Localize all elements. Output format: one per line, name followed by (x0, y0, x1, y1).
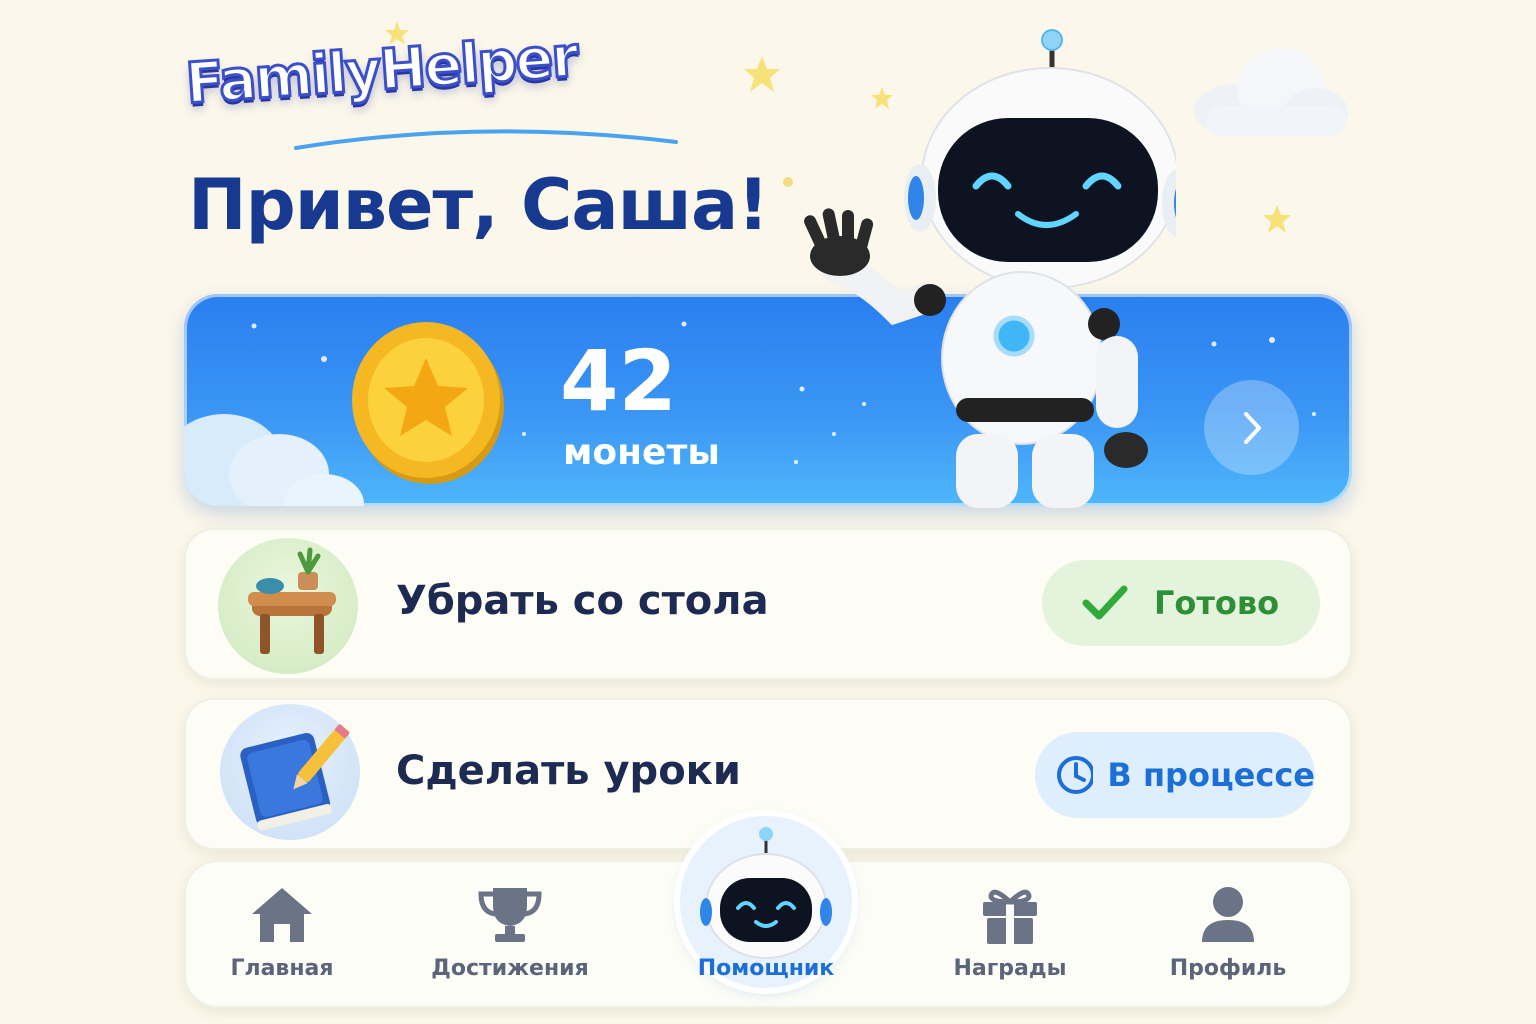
nav-item-rewards[interactable]: Награды (920, 860, 1100, 1008)
sparkle-icon (783, 177, 793, 187)
home-icon (252, 888, 312, 942)
nav-label: Награды (953, 956, 1067, 981)
greeting-title: Привет, Саша! (188, 164, 769, 246)
task-title: Убрать со стола (396, 578, 769, 624)
nav-item-assistant[interactable]: Помощник (680, 816, 852, 988)
nav-item-achievements[interactable]: Достижения (420, 860, 600, 1008)
logo-swoosh-icon (294, 129, 678, 150)
robot-mascot-icon (804, 29, 1176, 508)
app-logo: FamilyHelper (182, 23, 678, 150)
balance-details-button[interactable] (1204, 380, 1299, 475)
task-status-label: В процессе (1107, 756, 1315, 794)
app-logo-text: FamilyHelper (182, 23, 580, 118)
star-icon (385, 21, 409, 45)
task-status-done-button[interactable]: Готово (1042, 560, 1320, 646)
task-title: Сделать уроки (396, 748, 741, 794)
coin-icon (352, 322, 504, 484)
gift-icon (983, 889, 1037, 944)
nav-item-home[interactable]: Главная (192, 860, 372, 1008)
coins-count: 42 (560, 332, 677, 430)
task-status-label: Готово (1154, 584, 1280, 622)
cloud-icon (1194, 48, 1348, 136)
coins-label: монеты (563, 432, 720, 473)
nav-label: Достижения (431, 956, 589, 981)
book-pencil-icon (220, 704, 360, 840)
clock-icon (1057, 756, 1094, 794)
robot-icon (700, 827, 832, 959)
star-icon (744, 56, 780, 92)
checkmark-icon (1082, 585, 1128, 620)
task-status-in-progress-button[interactable]: В процессе (1035, 732, 1315, 818)
task-card[interactable]: Убрать со стола Готово (184, 528, 1352, 680)
nav-label: Профиль (1169, 956, 1287, 981)
chevron-right-icon (1243, 411, 1261, 444)
nav-label: Помощник (697, 956, 835, 981)
star-icon (1263, 205, 1291, 233)
bottom-navigation: Главная Достижения Помощник Награды Проф… (184, 816, 1352, 1008)
user-icon (1202, 887, 1254, 942)
nav-item-profile[interactable]: Профиль (1138, 860, 1318, 1008)
table-icon (218, 538, 358, 674)
trophy-icon (478, 888, 542, 942)
nav-label: Главная (230, 956, 334, 981)
